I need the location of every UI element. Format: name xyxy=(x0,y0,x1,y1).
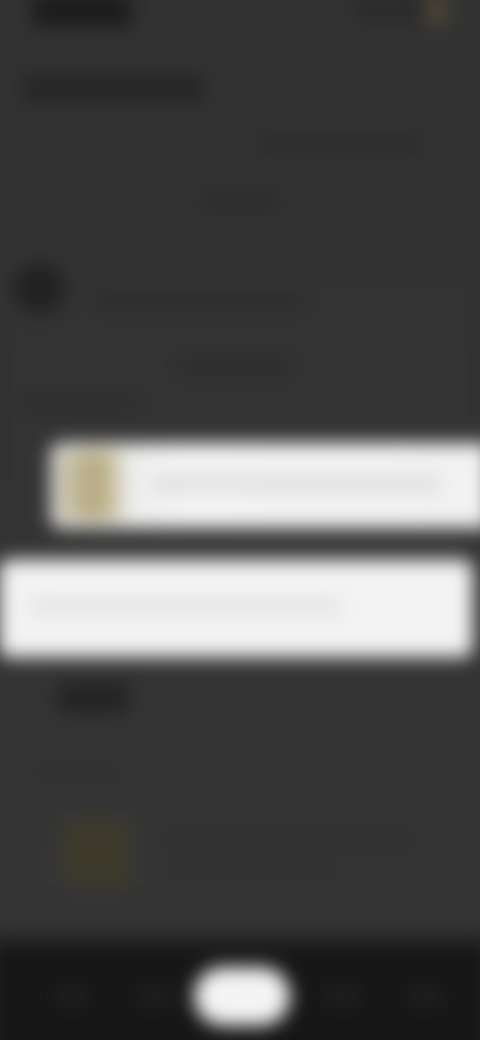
nav-item[interactable] xyxy=(406,983,444,1009)
row-label xyxy=(29,596,342,616)
nav-item-active[interactable] xyxy=(194,967,290,1026)
profile-name xyxy=(94,291,303,308)
blurred-screen xyxy=(0,0,480,1040)
profile-detail xyxy=(177,358,292,376)
list-item-title[interactable] xyxy=(156,832,417,847)
highlighted-row[interactable] xyxy=(0,559,473,658)
list-item-subtitle xyxy=(156,863,344,876)
header-link[interactable] xyxy=(198,193,282,213)
bottom-navigation xyxy=(0,946,480,1040)
row-thumbnail xyxy=(59,451,128,520)
avatar[interactable] xyxy=(13,262,66,315)
status-bar xyxy=(0,0,480,42)
section-label xyxy=(15,397,141,410)
list-divider-label xyxy=(27,769,122,780)
highlighted-row[interactable] xyxy=(50,443,480,529)
status-time xyxy=(32,0,132,28)
row-label xyxy=(150,474,442,493)
nav-item[interactable] xyxy=(323,983,361,1009)
header-subtitle xyxy=(256,135,424,154)
nav-item[interactable] xyxy=(136,983,174,1009)
list-item-thumbnail[interactable] xyxy=(63,819,130,887)
nav-item[interactable] xyxy=(52,983,91,1009)
page-title xyxy=(21,74,205,102)
list-heading xyxy=(56,682,130,714)
status-icons xyxy=(354,0,448,25)
